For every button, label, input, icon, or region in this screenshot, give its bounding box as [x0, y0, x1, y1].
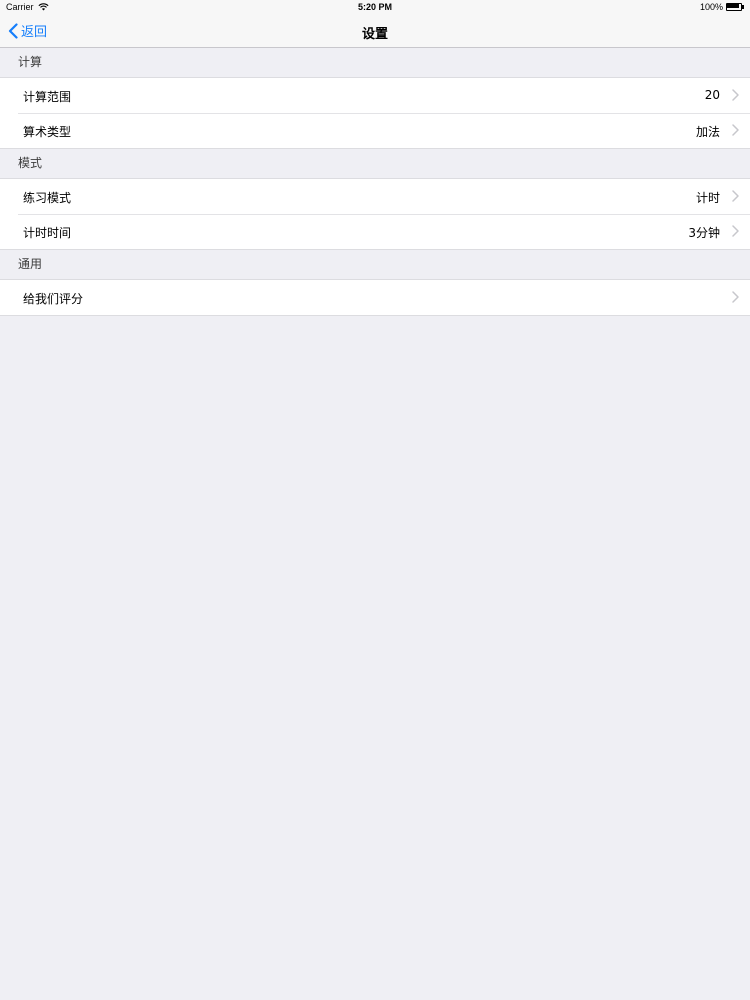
section-group-mode: 练习模式 计时计时时间 3分钟: [0, 178, 750, 250]
settings-row-practice-mode[interactable]: 练习模式 计时: [0, 179, 750, 214]
section-header-general: 通用: [0, 250, 750, 279]
settings-row-rate-us[interactable]: 给我们评分: [0, 280, 750, 315]
status-right: 100%: [700, 2, 744, 12]
chevron-right-icon: [732, 190, 739, 202]
settings-row-calc-range[interactable]: 计算范围 20: [0, 78, 750, 113]
settings-row-arithmetic-type[interactable]: 算术类型 加法: [0, 113, 750, 148]
row-value: 3分钟: [688, 226, 720, 240]
section-header-calculation: 计算: [0, 48, 750, 77]
chevron-right-icon: [732, 89, 739, 101]
navigation-bar: 返回 设置: [0, 15, 750, 48]
battery-fill: [727, 4, 739, 8]
row-label: 计算范围: [23, 90, 72, 104]
battery-icon: [726, 3, 744, 11]
status-bar: Carrier 5:20 PM 100%: [0, 0, 750, 15]
settings-list: 计算计算范围 20 算术类型 加法模式练习模式 计时计时时间 3分钟通用给我们评分: [0, 48, 750, 316]
page-title: 设置: [361, 27, 388, 42]
settings-row-timer-duration[interactable]: 计时时间 3分钟: [0, 214, 750, 249]
section-header-mode: 模式: [0, 149, 750, 178]
row-label: 给我们评分: [23, 292, 84, 306]
row-value: 加法: [695, 125, 720, 139]
section-group-general: 给我们评分: [0, 279, 750, 316]
row-label: 算术类型: [23, 125, 72, 139]
battery-percent: 100%: [699, 2, 723, 12]
row-value: 计时: [695, 191, 720, 205]
chevron-right-icon: [732, 124, 739, 136]
status-time: 5:20 PM: [357, 2, 392, 12]
row-label: 计时时间: [23, 226, 72, 240]
chevron-right-icon: [732, 225, 739, 237]
row-value: 20: [704, 88, 720, 102]
battery-tip: [742, 5, 744, 9]
row-label: 练习模式: [23, 191, 72, 205]
section-group-calculation: 计算范围 20 算术类型 加法: [0, 77, 750, 149]
chevron-right-icon: [732, 291, 739, 303]
